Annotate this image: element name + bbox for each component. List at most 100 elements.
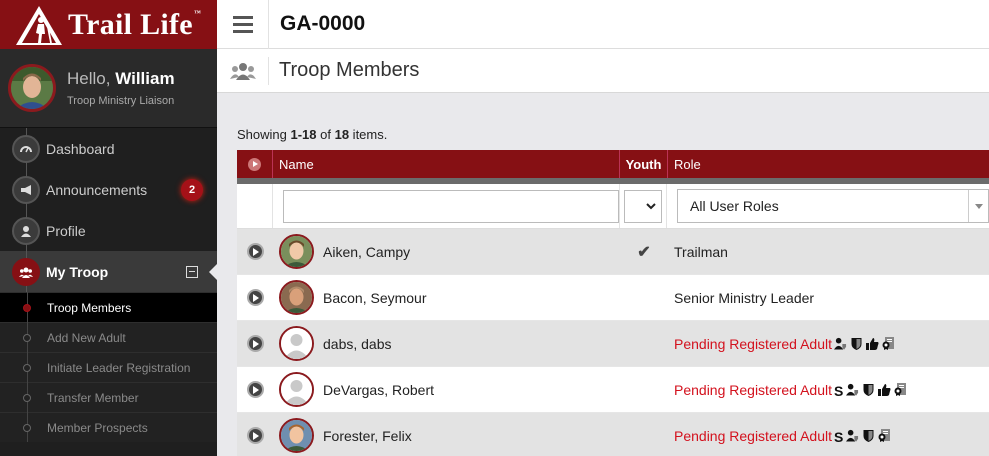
name-filter-input[interactable] (282, 189, 619, 223)
thumbs-up-icon (866, 337, 879, 350)
thumbs-up-icon (878, 383, 891, 396)
sidebar-subitem-initiate-leader-registration[interactable]: Initiate Leader Registration (0, 352, 217, 382)
subnav-dot (23, 364, 31, 372)
top-header: GA-0000 (217, 0, 989, 49)
member-name[interactable]: dabs, dabs (323, 336, 392, 352)
hamburger-menu-icon[interactable] (217, 0, 269, 49)
name-cell: Bacon, Seymour (273, 275, 620, 320)
page-title: Troop Members (279, 59, 420, 81)
badge-doc-icon (882, 337, 895, 350)
expand-row-button[interactable] (237, 229, 273, 274)
user-name: William (115, 69, 175, 88)
active-indicator (209, 263, 217, 280)
column-header-youth[interactable]: Youth (620, 150, 668, 178)
subnav-dot (23, 334, 31, 342)
expand-row-button[interactable] (237, 275, 273, 320)
sidebar-subitem-label: Member Prospects (47, 420, 148, 435)
table-row[interactable]: DeVargas, Robert Pending Registered Adult… (237, 367, 989, 413)
brand-logo[interactable]: Trail Life™ (0, 0, 217, 49)
expand-all-button[interactable] (237, 150, 273, 178)
members-grid: Name Youth Role All User Roles Aiken, Ca… (237, 150, 989, 456)
sidebar-item-label: My Troop (46, 263, 109, 280)
sidebar-subitem-troop-members[interactable]: Troop Members (0, 292, 217, 322)
avatar[interactable] (279, 326, 314, 361)
role-cell: Pending Registered Adult S (668, 413, 989, 456)
main-content: Showing 1-18 of 18 items. Name Youth Rol… (217, 93, 989, 456)
member-name[interactable]: Aiken, Campy (323, 244, 410, 260)
role-status-icons: S (834, 383, 907, 399)
role-filter-select[interactable]: All User Roles (677, 189, 989, 223)
play-icon (246, 335, 264, 352)
subnav-dot (23, 394, 31, 402)
main-nav: Dashboard Announcements 2 Profile My Tro… (0, 128, 217, 292)
sidebar-item-label: Dashboard (46, 140, 115, 157)
column-header-name[interactable]: Name (273, 150, 620, 178)
trail-life-emblem-icon (14, 3, 64, 47)
youth-filter-select[interactable] (623, 189, 662, 223)
column-header-role[interactable]: Role (668, 150, 989, 178)
member-role: Pending Registered Adult (674, 381, 832, 398)
avatar[interactable] (8, 64, 56, 112)
grid-header: Name Youth Role (237, 150, 989, 184)
check-icon: ✔ (637, 243, 651, 261)
role-cell: Pending Registered Adult S (668, 367, 989, 412)
role-filter-value: All User Roles (690, 198, 779, 214)
sidebar-item-label: Announcements (46, 181, 148, 198)
sidebar-item-profile[interactable]: Profile (0, 210, 217, 251)
group-icon (217, 56, 269, 85)
member-name[interactable]: DeVargas, Robert (323, 382, 434, 398)
user-shield-icon (834, 337, 847, 350)
grid-filter-row: All User Roles (237, 184, 989, 229)
member-role: Senior Ministry Leader (674, 289, 815, 306)
sidebar-item-label: Profile (46, 222, 86, 239)
chevron-down-icon (646, 202, 656, 209)
expand-row-button[interactable] (237, 413, 273, 456)
grid-body: Aiken, Campy ✔ Trailman Bacon, Seymour Senio… (237, 229, 989, 456)
sidebar-subitem-add-new-adult[interactable]: Add New Adult (0, 322, 217, 352)
table-row[interactable]: dabs, dabs Pending Registered Adult (237, 321, 989, 367)
play-icon (246, 381, 264, 398)
brand-trademark: ™ (193, 8, 202, 17)
role-cell: Pending Registered Adult (668, 321, 989, 366)
expand-row-button[interactable] (237, 321, 273, 366)
name-cell: DeVargas, Robert (273, 367, 620, 412)
shield-icon (850, 337, 863, 350)
dollar-icon: S (834, 429, 844, 445)
youth-cell: ✔ (620, 229, 668, 274)
user-shield-icon (846, 429, 859, 442)
grid-summary: Showing 1-18 of 18 items. (237, 127, 388, 142)
sidebar-subitem-member-prospects[interactable]: Member Prospects (0, 412, 217, 442)
user-shield-icon (846, 383, 859, 396)
avatar[interactable] (279, 280, 314, 315)
sidebar-subitem-label: Troop Members (47, 300, 132, 315)
member-name[interactable]: Forester, Felix (323, 428, 412, 444)
youth-cell (620, 275, 668, 320)
sidebar-item-dashboard[interactable]: Dashboard (0, 128, 217, 169)
avatar[interactable] (279, 234, 314, 269)
sidebar-subitem-label: Transfer Member (47, 390, 139, 405)
user-icon (12, 216, 40, 245)
brand-name: Trail Life (68, 7, 193, 41)
user-card: Hello, William Troop Ministry Liaison (0, 49, 217, 128)
megaphone-icon (12, 175, 40, 204)
sidebar-item-my-troop[interactable]: My Troop (0, 251, 217, 292)
troop-id: GA-0000 (280, 12, 366, 35)
play-icon (246, 243, 264, 260)
sidebar-subitem-transfer-member[interactable]: Transfer Member (0, 382, 217, 412)
play-icon (246, 289, 264, 306)
name-cell: Aiken, Campy (273, 229, 620, 274)
member-role: Trailman (674, 243, 728, 260)
expand-row-button[interactable] (237, 367, 273, 412)
play-icon (248, 157, 261, 171)
member-name[interactable]: Bacon, Seymour (323, 290, 427, 306)
table-row[interactable]: Forester, Felix Pending Registered Adult S (237, 413, 989, 456)
table-row[interactable]: Bacon, Seymour Senior Ministry Leader (237, 275, 989, 321)
name-cell: dabs, dabs (273, 321, 620, 366)
collapse-icon[interactable] (186, 265, 198, 278)
avatar[interactable] (279, 372, 314, 407)
avatar[interactable] (279, 418, 314, 453)
youth-cell (620, 413, 668, 456)
shield-icon (862, 383, 875, 396)
sidebar-item-announcements[interactable]: Announcements 2 (0, 169, 217, 210)
table-row[interactable]: Aiken, Campy ✔ Trailman (237, 229, 989, 275)
